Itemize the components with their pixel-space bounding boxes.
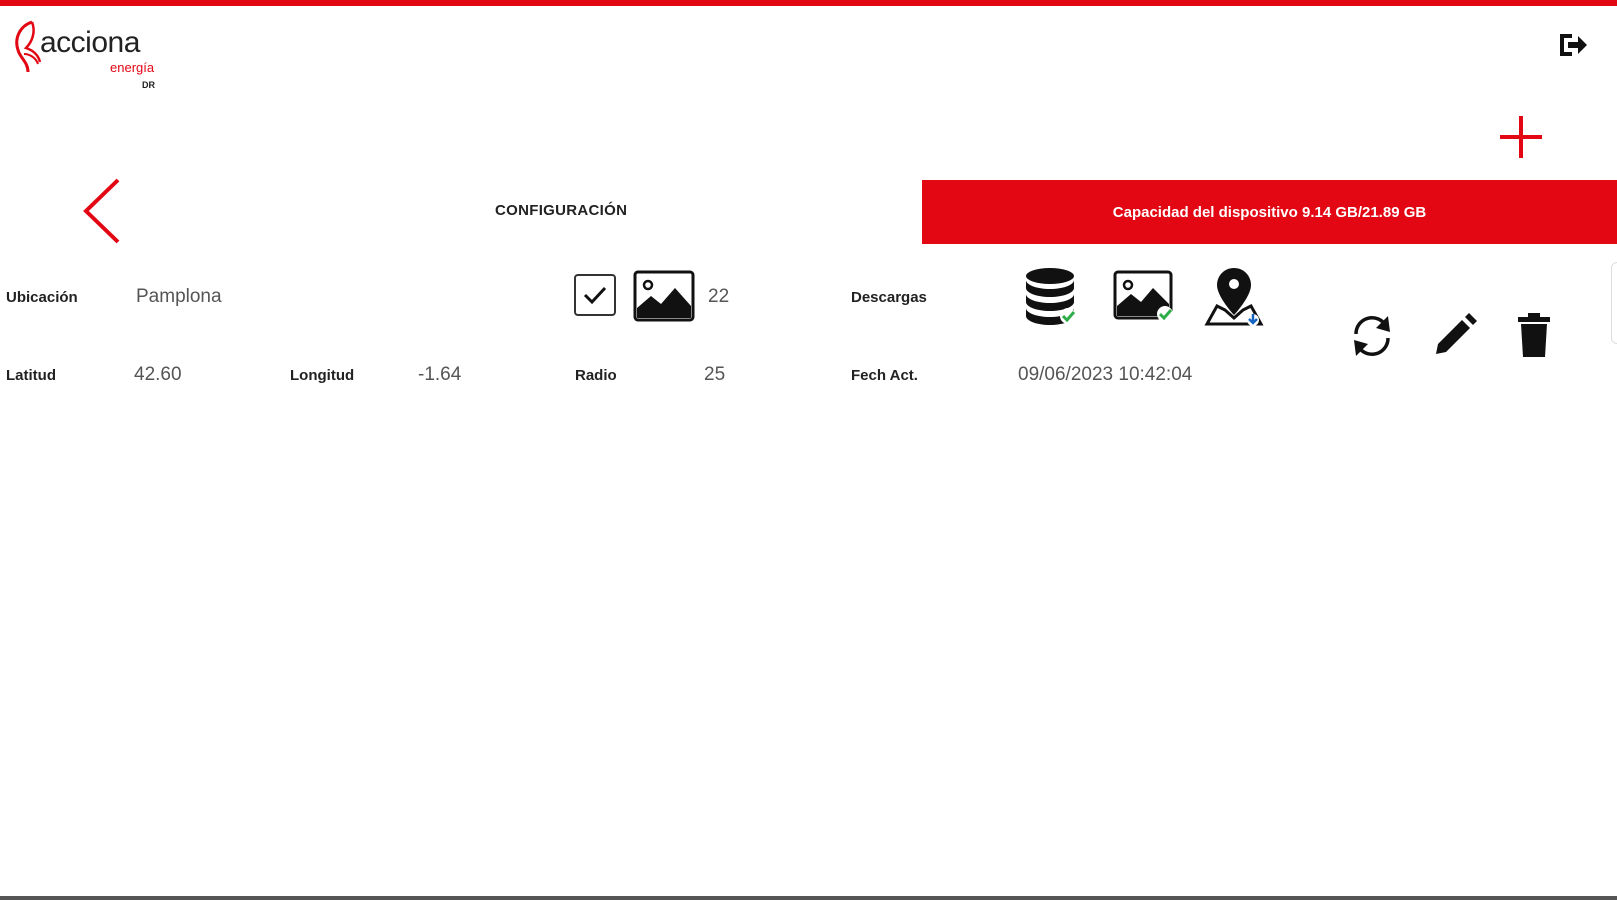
image-icon	[633, 270, 695, 322]
longitude-value: -1.64	[418, 364, 462, 385]
plus-icon[interactable]	[1498, 114, 1544, 160]
device-capacity-banner: Capacidad del dispositivo 9.14 GB/21.89 …	[922, 180, 1617, 244]
radius-label: Radio	[575, 367, 617, 384]
section-title: CONFIGURACIÓN	[495, 202, 628, 219]
photo-count: 22	[708, 286, 730, 307]
downloads-label: Descargas	[851, 289, 927, 306]
map-pin-download-icon[interactable]	[1203, 266, 1265, 328]
photos-checkbox[interactable]	[574, 274, 616, 316]
latitude-label: Latitud	[6, 367, 56, 384]
location-label: Ubicación	[6, 289, 78, 306]
check-icon	[583, 286, 607, 305]
logo-word: acciona	[40, 26, 140, 59]
top-accent-bar	[0, 0, 1617, 6]
database-check-icon[interactable]	[1024, 266, 1080, 328]
image-check-icon[interactable]	[1113, 270, 1177, 326]
location-value: Pamplona	[136, 286, 222, 307]
bottom-bar	[0, 896, 1617, 900]
sync-icon[interactable]	[1348, 312, 1396, 360]
logout-icon[interactable]	[1556, 28, 1590, 62]
logo-sub: energía	[110, 60, 155, 75]
trash-icon[interactable]	[1516, 312, 1552, 358]
side-handle[interactable]	[1611, 262, 1617, 344]
device-capacity-text: Capacidad del dispositivo 9.14 GB/21.89 …	[1112, 203, 1427, 221]
chevron-left-icon[interactable]	[78, 176, 128, 246]
logo-tag: DR	[142, 80, 155, 90]
longitude-label: Longitud	[290, 367, 355, 384]
radius-value: 25	[704, 364, 726, 385]
updated-value: 09/06/2023 10:42:04	[1018, 364, 1193, 385]
acciona-logo: acciona energía DR	[10, 18, 170, 98]
latitude-value: 42.60	[134, 364, 182, 385]
updated-label: Fech Act.	[851, 367, 918, 384]
edit-icon[interactable]	[1432, 312, 1478, 358]
